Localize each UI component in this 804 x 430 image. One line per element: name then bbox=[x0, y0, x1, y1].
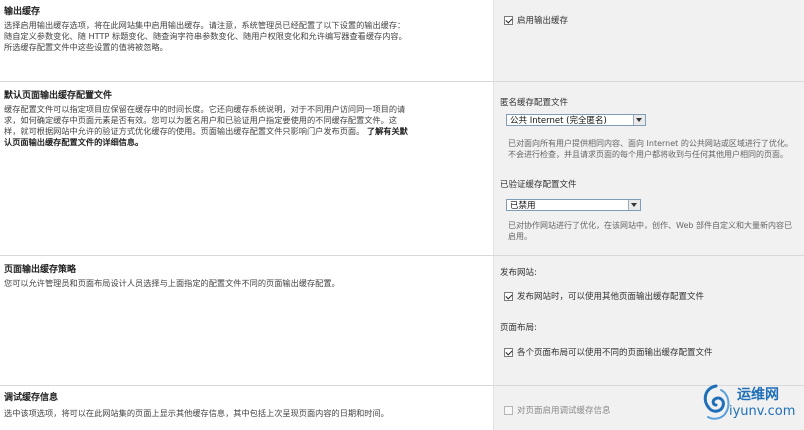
section-output-cache-info: 输出缓存 选择启用输出缓存选项，将在此网站集中启用输出缓存。请注意，系统管理员已… bbox=[0, 0, 493, 82]
enable-output-cache-checkbox-row[interactable]: 启用输出缓存 bbox=[504, 14, 568, 26]
enable-output-cache-checkbox[interactable] bbox=[504, 15, 513, 25]
authenticated-profile-label: 已验证缓存配置文件 bbox=[500, 180, 577, 190]
checkbox-label: 对页面启用调试缓存信息 bbox=[517, 406, 611, 416]
anonymous-profile-label: 匿名缓存配置文件 bbox=[500, 98, 569, 108]
watermark-url: iyunv.com bbox=[729, 404, 796, 419]
publishing-site-checkbox[interactable] bbox=[504, 291, 513, 301]
section-description: 选择启用输出缓存选项，将在此网站集中启用输出缓存。请注意，系统管理员已经配置了以… bbox=[4, 20, 407, 52]
checkbox-label: 各个页面布局可以使用不同的页面输出缓存配置文件 bbox=[517, 348, 713, 358]
select-value: 公共 Internet (完全匿名) bbox=[510, 116, 607, 126]
checkbox-label: 启用输出缓存 bbox=[517, 16, 569, 26]
authenticated-profile-note: 已对协作网站进行了优化，在该网站中，创作、Web 部件自定义和大量新内容已启用。 bbox=[508, 221, 792, 241]
anonymous-profile-select[interactable]: 公共 Internet (完全匿名) bbox=[506, 114, 646, 126]
section-output-cache: 输出缓存 选择启用输出缓存选项，将在此网站集中启用输出缓存。请注意，系统管理员已… bbox=[0, 0, 804, 82]
section-page-policy-controls: 发布网站: 发布网站时，可以使用其他页面输出缓存配置文件 页面布局: 各个页面布… bbox=[493, 256, 804, 386]
debug-cache-checkbox[interactable] bbox=[504, 405, 513, 415]
section-description: 缓存配置文件可以指定项目应保留在缓存中的时间长度。它还向缓存系统说明，对于不同用… bbox=[4, 104, 412, 148]
section-title: 默认页面输出缓存配置文件 bbox=[4, 91, 113, 101]
section-page-policy-info: 页面输出缓存策略 您可以允许管理员和页面布局设计人员选择与上面指定的配置文件不同… bbox=[0, 256, 493, 386]
section-debug-info: 调试缓存信息 选中该项选项，将可以在此网站集的页面上显示其他缓存信息，其中包括上… bbox=[0, 386, 804, 430]
section-description: 选中该项选项，将可以在此网站集的页面上显示其他缓存信息，其中包括上次呈现页面内容… bbox=[4, 408, 389, 418]
checkbox-label: 发布网站时，可以使用其他页面输出缓存配置文件 bbox=[517, 292, 705, 302]
section-default-page-profile-controls: 匿名缓存配置文件 公共 Internet (完全匿名) 已对面向所有用户提供相同… bbox=[493, 82, 804, 256]
page-layout-checkbox[interactable] bbox=[504, 347, 513, 357]
section-debug-info-info: 调试缓存信息 选中该项选项，将可以在此网站集的页面上显示其他缓存信息，其中包括上… bbox=[0, 386, 493, 430]
section-page-policy: 页面输出缓存策略 您可以允许管理员和页面布局设计人员选择与上面指定的配置文件不同… bbox=[0, 256, 804, 386]
chevron-down-icon[interactable] bbox=[633, 115, 645, 125]
watermark-swirl-icon bbox=[703, 384, 730, 420]
select-value: 已禁用 bbox=[510, 201, 536, 211]
description-text: 缓存配置文件可以指定项目应保留在缓存中的时间长度。它还向缓存系统说明，对于不同用… bbox=[4, 104, 406, 136]
section-description: 您可以允许管理员和页面布局设计人员选择与上面指定的配置文件不同的页面输出缓存配置… bbox=[4, 278, 340, 288]
debug-cache-checkbox-row[interactable]: 对页面启用调试缓存信息 bbox=[504, 404, 611, 416]
site-watermark-logo: 运维网 iyunv.com bbox=[699, 382, 796, 424]
watermark-title: 运维网 bbox=[737, 387, 779, 403]
page-layout-label: 页面布局: bbox=[500, 323, 537, 333]
authenticated-profile-select[interactable]: 已禁用 bbox=[506, 199, 641, 211]
section-default-page-profile: 默认页面输出缓存配置文件 缓存配置文件可以指定项目应保留在缓存中的时间长度。它还… bbox=[0, 82, 804, 256]
publishing-site-label: 发布网站: bbox=[500, 268, 537, 278]
publishing-site-checkbox-row[interactable]: 发布网站时，可以使用其他页面输出缓存配置文件 bbox=[504, 290, 704, 302]
section-title: 页面输出缓存策略 bbox=[4, 265, 77, 275]
anonymous-profile-note: 已对面向所有用户提供相同内容、面向 Internet 的公共网站或区域进行了优化… bbox=[508, 139, 793, 159]
page-layout-checkbox-row[interactable]: 各个页面布局可以使用不同的页面输出缓存配置文件 bbox=[504, 346, 713, 358]
section-output-cache-controls: 启用输出缓存 bbox=[493, 0, 804, 82]
section-default-page-profile-info: 默认页面输出缓存配置文件 缓存配置文件可以指定项目应保留在缓存中的时间长度。它还… bbox=[0, 82, 493, 256]
section-title: 调试缓存信息 bbox=[4, 393, 59, 403]
output-cache-settings-page: 输出缓存 选择启用输出缓存选项，将在此网站集中启用输出缓存。请注意，系统管理员已… bbox=[0, 0, 804, 430]
section-title: 输出缓存 bbox=[4, 7, 41, 17]
chevron-down-icon[interactable] bbox=[628, 200, 640, 210]
